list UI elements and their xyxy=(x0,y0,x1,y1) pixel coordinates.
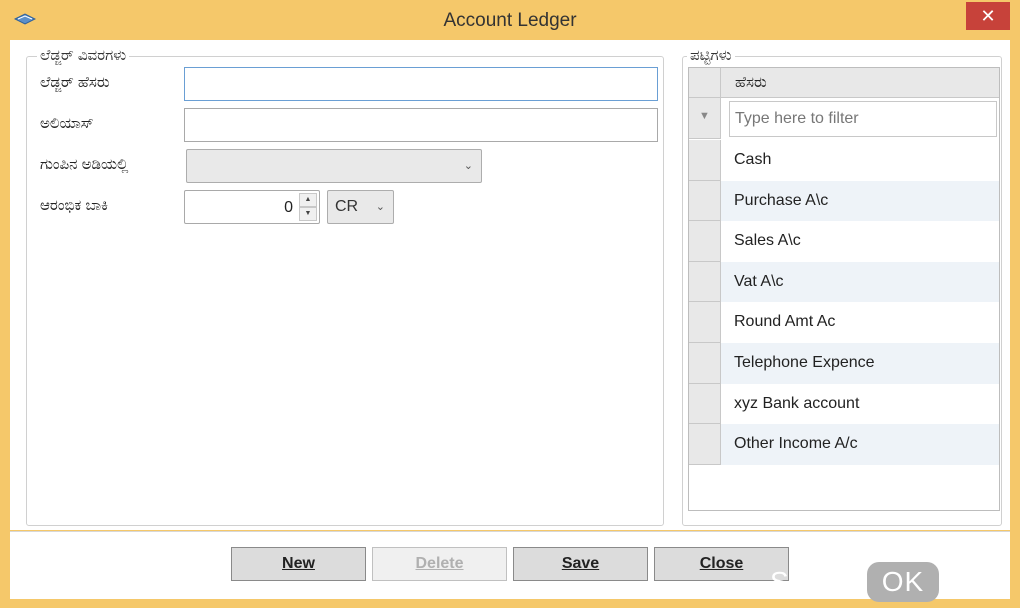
opening-balance-value: 0 xyxy=(284,199,293,216)
spinner-arrows: ▲ ▼ xyxy=(299,193,317,221)
chevron-down-icon: ⌄ xyxy=(375,201,385,213)
spin-up-icon[interactable]: ▲ xyxy=(299,193,317,207)
row-name-cell[interactable]: Telephone Expence xyxy=(721,342,999,384)
delete-button[interactable]: Delete xyxy=(372,547,507,581)
grid-corner-header xyxy=(689,68,721,98)
row-name-cell[interactable]: Sales A\c xyxy=(721,221,999,262)
row-header[interactable] xyxy=(689,221,721,262)
column-header-name[interactable]: ಹೆಸರು xyxy=(721,68,999,98)
watermark-ok: OK xyxy=(867,562,939,602)
group-combo[interactable]: ⌄ xyxy=(186,149,482,183)
alias-input[interactable] xyxy=(184,108,658,142)
ledger-name-input[interactable] xyxy=(184,67,658,101)
spin-down-icon[interactable]: ▼ xyxy=(299,207,317,221)
window-close-button[interactable]: ✕ xyxy=(966,2,1010,30)
save-button[interactable]: Save xyxy=(513,547,648,581)
window-title: Account Ledger xyxy=(443,10,577,31)
row-header[interactable] xyxy=(689,261,721,303)
row-header[interactable] xyxy=(689,424,721,465)
row-name-cell[interactable]: Vat A\c xyxy=(721,261,999,303)
table-row[interactable]: Telephone Expence xyxy=(689,342,999,384)
ledger-name-label: ಲೆಡ್ಜರ್ ಹೆಸರು xyxy=(40,74,110,91)
table-row[interactable]: Cash xyxy=(689,140,999,181)
ledger-grid: ಹೆಸರು ▼ Type here to filter Cash Purchase… xyxy=(688,67,1000,511)
group-label: ಗುಂಪಿನ ಅಡಿಯಲ್ಲಿ xyxy=(40,156,129,173)
watermark-net: .NET xyxy=(943,566,1011,597)
filter-icon: ▼ xyxy=(689,98,721,139)
footer-bar xyxy=(10,531,1010,599)
row-name-cell[interactable]: Round Amt Ac xyxy=(721,302,999,343)
row-name-cell[interactable]: xyz Bank account xyxy=(721,384,999,425)
ledger-details-legend: ಲೆಡ್ಜರ್ ವಿವರಗಳು xyxy=(37,47,130,65)
table-row[interactable]: Vat A\c xyxy=(689,261,999,303)
alias-label: ಅಲಿಯಾಸ್ xyxy=(40,115,94,132)
row-header[interactable] xyxy=(689,342,721,384)
row-name-cell[interactable]: Purchase A\c xyxy=(721,180,999,222)
row-header[interactable] xyxy=(689,140,721,181)
row-header[interactable] xyxy=(689,383,721,425)
opening-balance-spinner[interactable]: 0 ▲ ▼ xyxy=(184,190,320,224)
account-ledger-window: Account Ledger ✕ ಲೆಡ್ಜರ್ ವಿವರಗಳು ಲೆಡ್ಜರ್… xyxy=(0,0,1020,608)
lists-legend: ಪಟ್ಟಿಗಳು xyxy=(687,47,735,65)
table-row[interactable]: Round Amt Ac xyxy=(689,302,999,343)
grid-rows: Cash Purchase A\c Sales A\c Vat A\c Round Am… xyxy=(689,140,999,465)
row-name-cell[interactable]: Cash xyxy=(721,140,999,181)
row-name-cell[interactable]: Other Income A/c xyxy=(721,424,999,465)
cr-dr-value: CR xyxy=(335,198,359,215)
new-button[interactable]: New xyxy=(231,547,366,581)
row-header[interactable] xyxy=(689,302,721,343)
table-row[interactable]: Other Income A/c xyxy=(689,424,999,465)
table-row[interactable]: Sales A\c xyxy=(689,221,999,262)
opening-balance-label: ಆರಂಭಿಕ ಬಾಕಿ xyxy=(40,197,109,214)
filter-input[interactable]: Type here to filter xyxy=(729,101,997,137)
cr-dr-combo[interactable]: CR ⌄ xyxy=(327,190,394,224)
row-header[interactable] xyxy=(689,180,721,222)
chevron-down-icon: ⌄ xyxy=(463,160,473,172)
title-bar: Account Ledger ✕ xyxy=(0,0,1020,40)
table-row[interactable]: Purchase A\c xyxy=(689,180,999,222)
watermark-soft: SOFT- xyxy=(770,566,858,597)
close-button[interactable]: Close xyxy=(654,547,789,581)
table-row[interactable]: xyz Bank account xyxy=(689,383,999,425)
